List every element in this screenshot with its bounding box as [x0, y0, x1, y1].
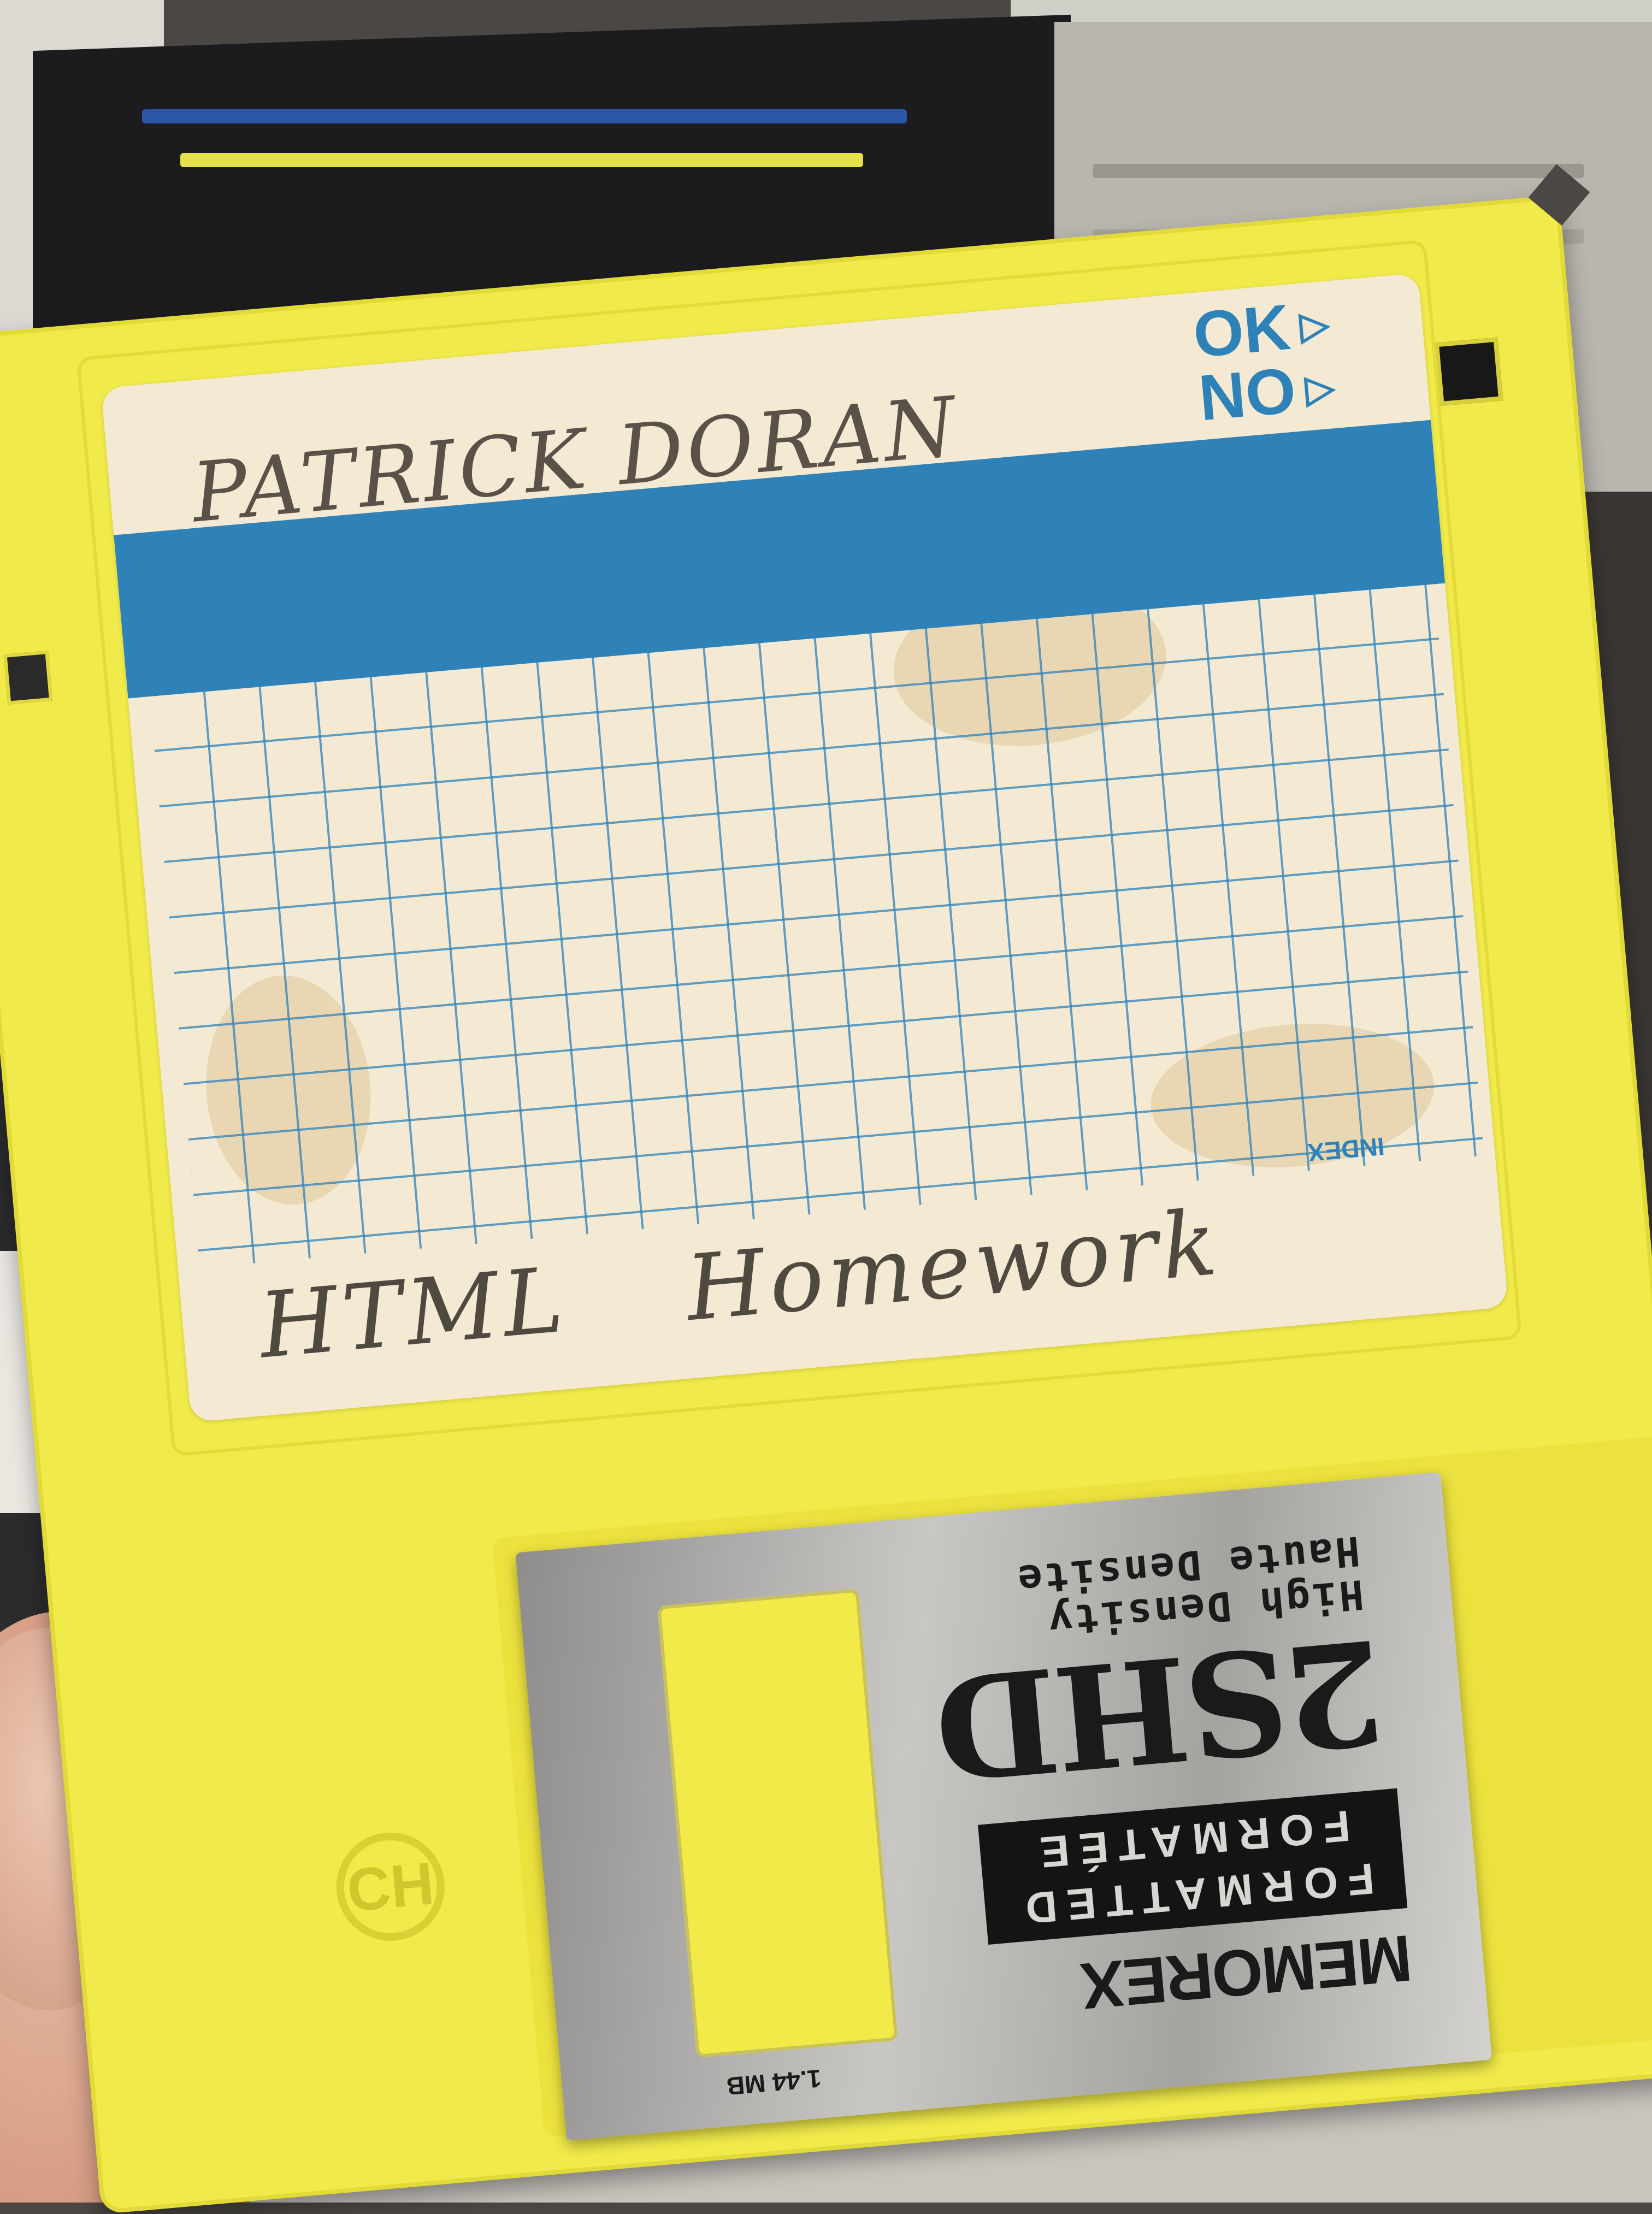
- ok-no-marks: OK ▷ NO ▷: [1190, 291, 1337, 435]
- disk-edge-yellow: [180, 153, 863, 167]
- disk-label: PATRICK DORAN OK ▷ NO ▷ INDEX HTML Homework: [101, 273, 1509, 1422]
- disk-edge-gray: [1093, 164, 1584, 178]
- shutter-window: [657, 1589, 898, 2058]
- capacity-text: 1.44 MB: [725, 2064, 823, 2101]
- high-density-hole: [1434, 337, 1503, 406]
- shutter-print: MEMOREX FORMATTED FORMATÉE 2SHD High Den…: [911, 1520, 1433, 2052]
- model-code: 2SHD: [931, 1606, 1390, 1811]
- disk-edge-blue: [142, 109, 907, 123]
- triangle-icon: ▷: [1297, 302, 1331, 347]
- no-text: NO: [1196, 354, 1299, 435]
- write-protect-hole: [3, 650, 53, 705]
- metal-shutter[interactable]: MEMOREX FORMATTED FORMATÉE 2SHD High Den…: [515, 1472, 1492, 2141]
- triangle-icon: ▷: [1303, 365, 1337, 411]
- floppy-disk: PATRICK DORAN OK ▷ NO ▷ INDEX HTML Homework…: [0, 164, 1652, 2214]
- formatted-badge: FORMATTED FORMATÉE: [978, 1788, 1408, 1945]
- brand-name: MEMOREX: [1078, 1921, 1415, 2023]
- label-grid: [150, 584, 1484, 1268]
- contents-word: HTML: [255, 1247, 572, 1379]
